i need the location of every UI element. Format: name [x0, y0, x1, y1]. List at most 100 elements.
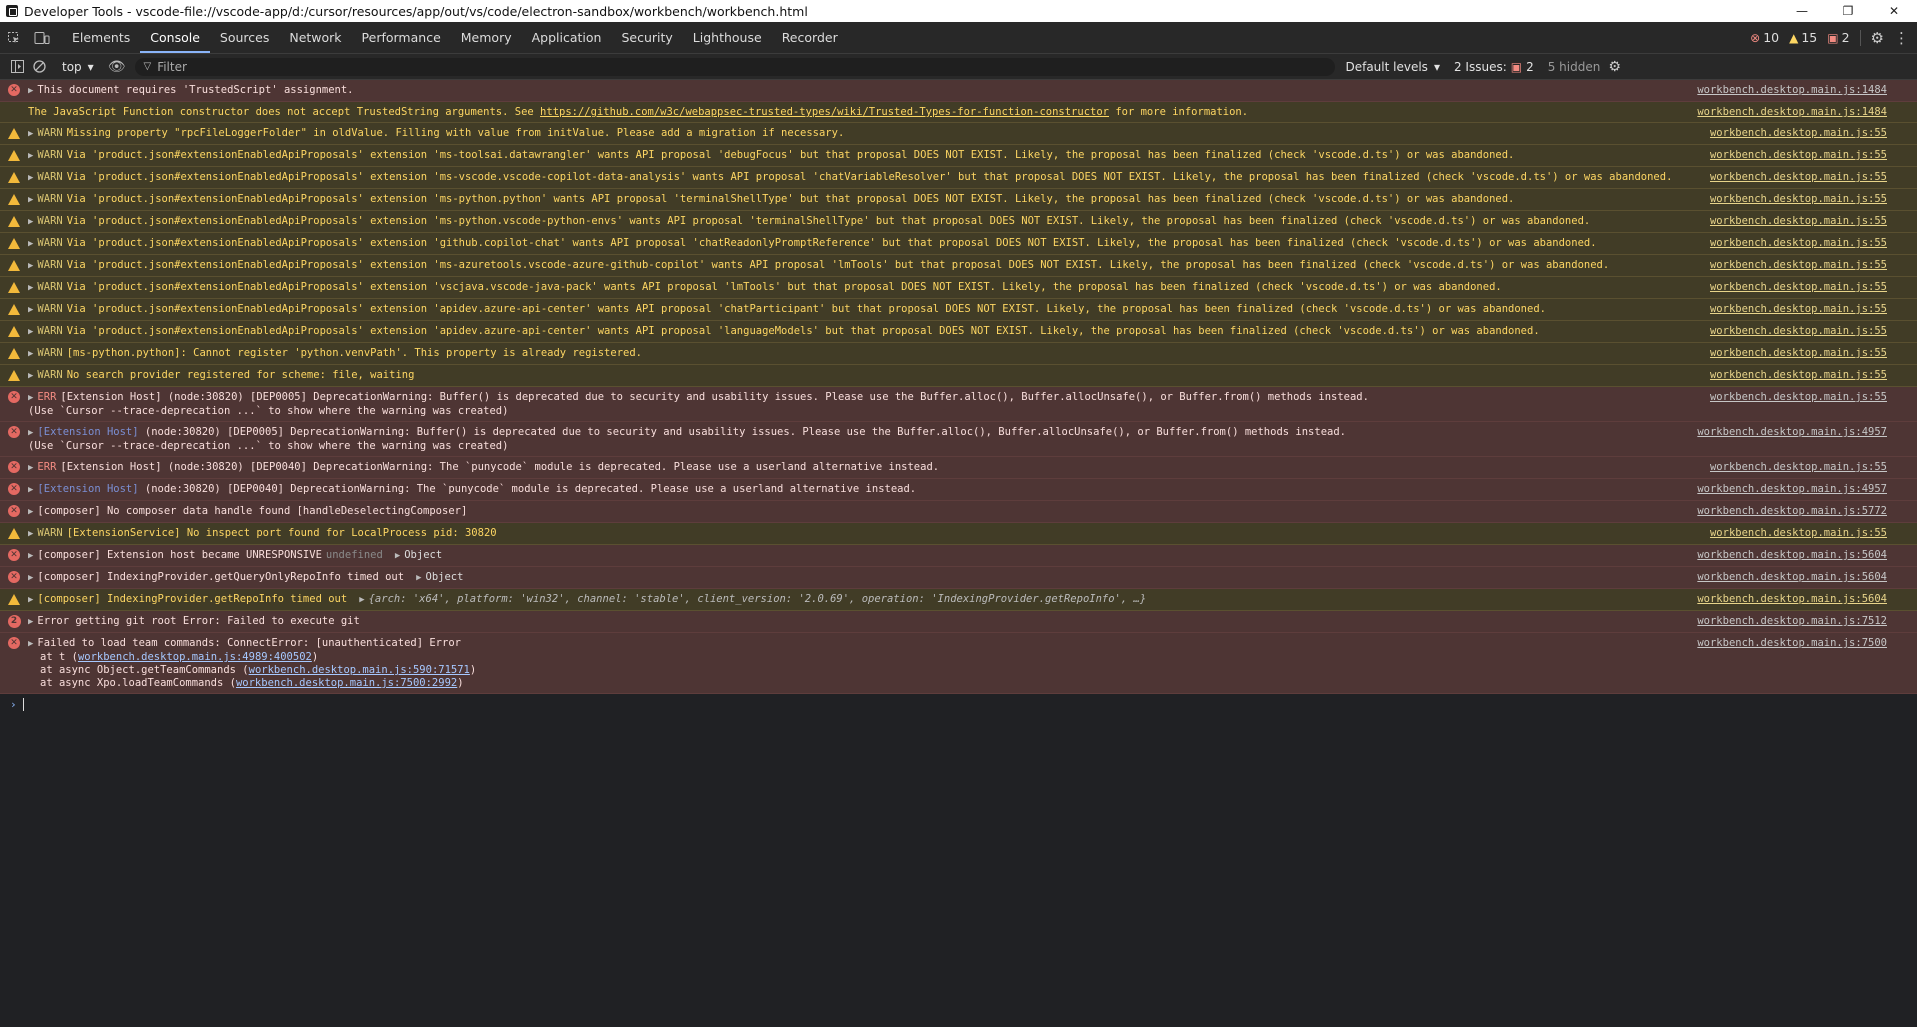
expand-triangle-icon[interactable]: ▶ [28, 283, 33, 293]
expand-triangle-icon[interactable]: ▶ [28, 173, 33, 183]
stack-frame-link[interactable]: workbench.desktop.main.js:590:71571 [249, 664, 470, 676]
expand-triangle-icon[interactable]: ▶ [28, 371, 33, 381]
close-icon[interactable]: ✕ [1871, 0, 1917, 22]
inspect-element-icon[interactable] [0, 22, 28, 53]
expand-triangle-icon[interactable]: ▶ [28, 485, 33, 495]
stack-frame-link[interactable]: workbench.desktop.main.js:7500:2992 [236, 677, 457, 689]
source-link[interactable]: workbench.desktop.main.js:55 [1710, 391, 1917, 418]
object-preview[interactable]: ▶ {arch: 'x64', platform: 'win32', channe… [359, 593, 1146, 605]
console-message[interactable]: ✕ ▶ This document requires 'TrustedScript'… [0, 80, 1917, 102]
tab-memory[interactable]: Memory [451, 22, 522, 53]
source-link[interactable]: workbench.desktop.main.js:5604 [1697, 593, 1917, 607]
source-link[interactable]: workbench.desktop.main.js:5772 [1697, 505, 1917, 519]
expand-triangle-icon[interactable]: ▶ [28, 349, 33, 359]
source-link[interactable]: workbench.desktop.main.js:4957 [1697, 426, 1917, 453]
console-message[interactable]: ▶ WARN Via 'product.json#extensionEnabledA… [0, 299, 1917, 321]
console-message[interactable]: ✕ ▶ [composer] IndexingProvider.getQueryOn… [0, 567, 1917, 589]
console-message[interactable]: ✕ ▶ [Extension Host] (node:30820) [DEP0005… [0, 422, 1917, 457]
error-counter[interactable]: ⊗ 10 [1750, 30, 1779, 45]
console-message[interactable]: ▶ WARN Via 'product.json#extensionEnabledA… [0, 145, 1917, 167]
source-link[interactable]: workbench.desktop.main.js:5604 [1697, 549, 1917, 563]
tab-recorder[interactable]: Recorder [772, 22, 848, 53]
object-toggle[interactable]: ▶ Object [395, 549, 442, 561]
device-toolbar-icon[interactable] [28, 22, 56, 53]
source-link[interactable]: workbench.desktop.main.js:55 [1710, 325, 1917, 339]
console-message[interactable]: ▶ WARN Via 'product.json#extensionEnabledA… [0, 233, 1917, 255]
sidebar-toggle-icon[interactable] [6, 56, 28, 78]
console-message[interactable]: ▶ WARN Missing property "rpcFileLoggerFold… [0, 123, 1917, 145]
source-link[interactable]: workbench.desktop.main.js:55 [1710, 193, 1917, 207]
tab-performance[interactable]: Performance [352, 22, 451, 53]
source-link[interactable]: workbench.desktop.main.js:1484 [1697, 84, 1917, 98]
object-toggle[interactable]: ▶ Object [416, 571, 463, 583]
expand-triangle-icon[interactable]: ▶ [28, 195, 33, 205]
console-message[interactable]: ✕ ▶ [composer] No composer data handle fou… [0, 501, 1917, 523]
live-expression-eye-icon[interactable]: 👁 [108, 59, 126, 75]
issues-counter[interactable]: ▣ 2 [1827, 30, 1849, 45]
console-message[interactable]: ✕ ▶ [Extension Host] (node:30820) [DEP0040… [0, 479, 1917, 501]
console-settings-gear-icon[interactable]: ⚙ [1608, 59, 1621, 75]
source-link[interactable]: workbench.desktop.main.js:55 [1710, 259, 1917, 273]
tab-security[interactable]: Security [611, 22, 682, 53]
console-message[interactable]: ▶ WARN [ms-python.python]: Cannot register… [0, 343, 1917, 365]
expand-triangle-icon[interactable]: ▶ [28, 151, 33, 161]
source-link[interactable]: workbench.desktop.main.js:55 [1710, 171, 1917, 185]
expand-triangle-icon[interactable]: ▶ [28, 261, 33, 271]
console-message[interactable]: ▶ WARN [ExtensionService] No inspect port … [0, 523, 1917, 545]
expand-triangle-icon[interactable]: ▶ [28, 551, 33, 561]
expand-triangle-icon[interactable]: ▶ [28, 507, 33, 517]
expand-triangle-icon[interactable]: ▶ [28, 428, 33, 438]
restore-icon[interactable]: ❐ [1825, 0, 1871, 22]
source-link[interactable]: workbench.desktop.main.js:55 [1710, 527, 1917, 541]
clear-console-icon[interactable] [28, 56, 50, 78]
console-prompt[interactable]: › [0, 694, 1917, 714]
tab-console[interactable]: Console [140, 22, 210, 53]
console-message[interactable]: ▶ WARN No search provider registered for s… [0, 365, 1917, 387]
tab-elements[interactable]: Elements [62, 22, 140, 53]
expand-triangle-icon[interactable]: ▶ [28, 393, 33, 403]
source-link[interactable]: workbench.desktop.main.js:55 [1710, 281, 1917, 295]
console-message[interactable]: ▶ [composer] IndexingProvider.getRepoInfo… [0, 589, 1917, 611]
settings-gear-icon[interactable]: ⚙ [1871, 29, 1884, 47]
source-link[interactable]: workbench.desktop.main.js:1484 [1697, 106, 1917, 119]
message-link[interactable]: https://github.com/w3c/webappsec-trusted… [540, 106, 1109, 118]
expand-triangle-icon[interactable]: ▶ [28, 217, 33, 227]
expand-triangle-icon[interactable]: ▶ [28, 305, 33, 315]
expand-triangle-icon[interactable]: ▶ [28, 463, 33, 473]
tab-network[interactable]: Network [279, 22, 351, 53]
expand-triangle-icon[interactable]: ▶ [28, 239, 33, 249]
expand-triangle-icon[interactable]: ▶ [28, 617, 33, 627]
tab-sources[interactable]: Sources [210, 22, 279, 53]
console-message[interactable]: The JavaScript Function constructor does… [0, 102, 1917, 123]
expand-triangle-icon[interactable]: ▶ [28, 595, 33, 605]
warning-counter[interactable]: ▲ 15 [1789, 30, 1817, 45]
source-link[interactable]: workbench.desktop.main.js:55 [1710, 347, 1917, 361]
source-link[interactable]: workbench.desktop.main.js:55 [1710, 461, 1917, 475]
expand-triangle-icon[interactable]: ▶ [28, 129, 33, 139]
console-message[interactable]: ▶ WARN Via 'product.json#extensionEnabledA… [0, 211, 1917, 233]
expand-triangle-icon[interactable]: ▶ [28, 327, 33, 337]
tab-application[interactable]: Application [522, 22, 612, 53]
filter-input[interactable] [157, 59, 1336, 74]
more-options-icon[interactable]: ⋮ [1894, 29, 1909, 47]
source-link[interactable]: workbench.desktop.main.js:55 [1710, 149, 1917, 163]
source-link[interactable]: workbench.desktop.main.js:55 [1710, 127, 1917, 141]
console-message[interactable]: ✕ ▶ Failed to load team commands: ConnectE… [0, 633, 1917, 694]
source-link[interactable]: workbench.desktop.main.js:5604 [1697, 571, 1917, 585]
log-levels-dropdown[interactable]: Default levels ▾ [1345, 60, 1439, 74]
context-select[interactable]: top ▾ [56, 60, 100, 74]
stack-frame-link[interactable]: workbench.desktop.main.js:4989:400502 [78, 651, 312, 663]
console-message[interactable]: ✕ ▶ ERR [Extension Host] (node:30820) [DEP0… [0, 457, 1917, 479]
source-link[interactable]: workbench.desktop.main.js:55 [1710, 369, 1917, 383]
console-message[interactable]: ▶ WARN Via 'product.json#extensionEnabledA… [0, 255, 1917, 277]
issues-button[interactable]: 2 Issues: ▣ 2 [1454, 60, 1534, 74]
console-message[interactable]: ▶ WARN Via 'product.json#extensionEnabledA… [0, 321, 1917, 343]
console-message[interactable]: 2 ▶ Error getting git root Error: Failed t… [0, 611, 1917, 633]
source-link[interactable]: workbench.desktop.main.js:55 [1710, 237, 1917, 251]
console-message[interactable]: ▶ WARN Via 'product.json#extensionEnabledA… [0, 167, 1917, 189]
console-message[interactable]: ✕ ▶ [composer] Extension host became UNRES… [0, 545, 1917, 567]
source-link[interactable]: workbench.desktop.main.js:55 [1710, 303, 1917, 317]
expand-triangle-icon[interactable]: ▶ [28, 86, 33, 96]
source-link[interactable]: workbench.desktop.main.js:7500 [1697, 637, 1917, 690]
minimize-icon[interactable]: — [1779, 0, 1825, 22]
